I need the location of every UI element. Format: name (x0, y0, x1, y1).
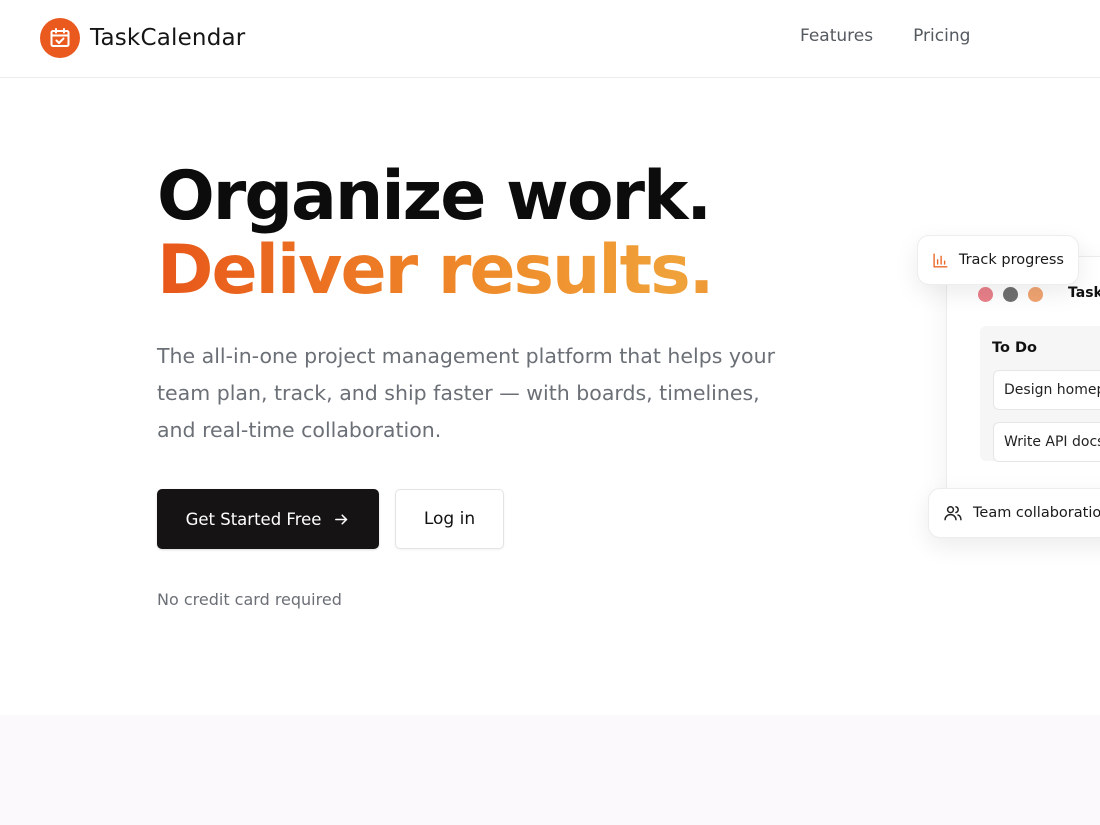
brand-link[interactable]: TaskCalendar (40, 17, 245, 59)
window-dot-gray (1003, 287, 1018, 302)
task-card[interactable]: Design homep (993, 370, 1100, 410)
landing-page: TaskCalendar Features Pricing Organize w… (0, 0, 1100, 825)
window-dots (978, 287, 1043, 302)
login-label: Log in (423, 509, 476, 529)
calendar-check-icon (40, 18, 80, 58)
task-card-label: Design homep (1004, 382, 1100, 398)
hero-title-line2: Deliver results. (157, 234, 857, 308)
nav-pricing-link[interactable]: Pricing (913, 26, 970, 46)
arrow-right-icon (335, 513, 348, 525)
main-nav: Features Pricing (800, 26, 970, 46)
window-dot-red (978, 287, 993, 302)
get-started-label: Get Started Free (185, 509, 322, 529)
brand-name: TaskCalendar (90, 25, 246, 51)
login-button[interactable]: Log in (395, 489, 504, 549)
users-icon (944, 506, 962, 521)
bar-chart-icon (933, 252, 948, 268)
task-card[interactable]: Write API docs (993, 422, 1100, 462)
task-card-label: Write API docs (1004, 434, 1100, 450)
site-header: TaskCalendar Features Pricing (0, 0, 1100, 78)
team-collaboration-badge: Team collaboration (928, 488, 1100, 538)
hero-subtitle: The all-in-one project management platfo… (157, 344, 776, 442)
track-progress-label: Track progress (958, 252, 1064, 268)
preview-title: Task (1068, 285, 1100, 301)
nav-features-link[interactable]: Features (800, 26, 873, 46)
get-started-button[interactable]: Get Started Free (157, 489, 379, 549)
todo-column-title: To Do (992, 340, 1037, 356)
hero-title: Organize work. Deliver results. (157, 160, 857, 308)
no-credit-card-note: No credit card required (157, 590, 342, 609)
track-progress-badge: Track progress (917, 235, 1079, 285)
hero-title-line1: Organize work. (157, 157, 712, 236)
next-section-band (0, 715, 1100, 825)
window-dot-orange (1028, 287, 1043, 302)
team-collaboration-label: Team collaboration (973, 505, 1100, 521)
